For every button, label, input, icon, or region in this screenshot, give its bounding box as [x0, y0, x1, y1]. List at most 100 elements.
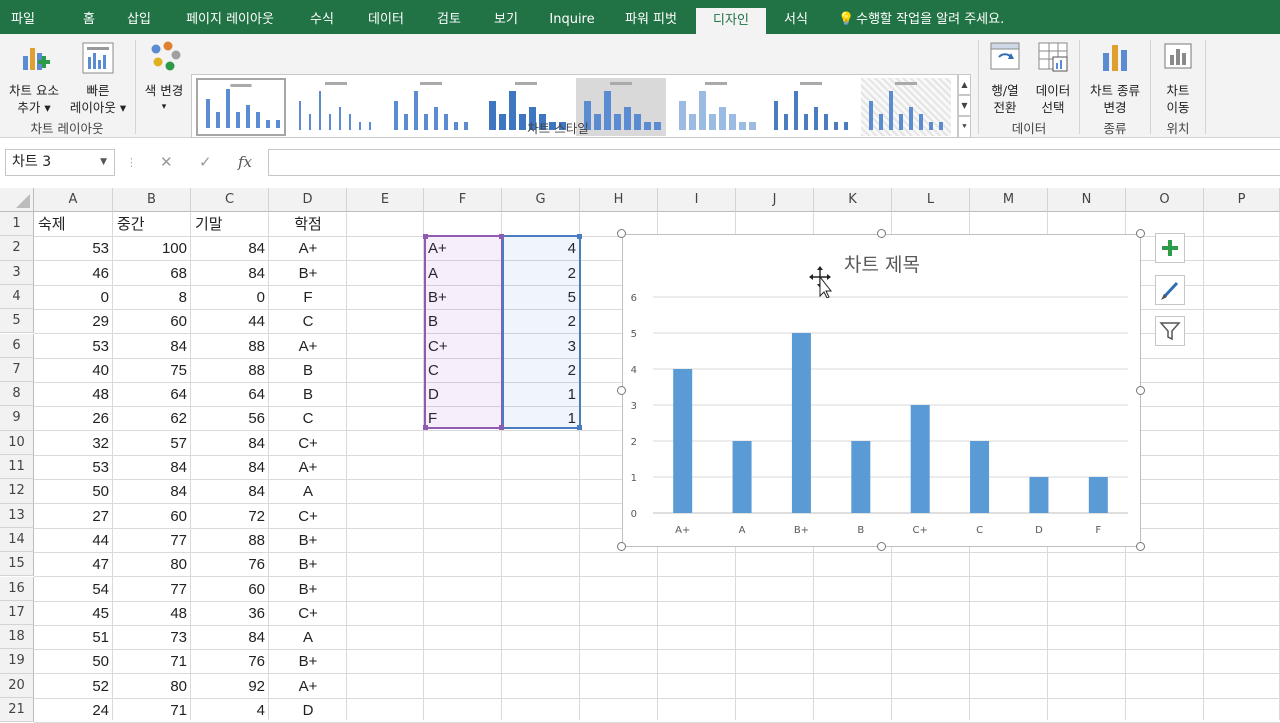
- data-cell[interactable]: 62: [113, 406, 191, 430]
- data-cell[interactable]: 26: [34, 406, 113, 430]
- tab-2[interactable]: 삽입: [114, 0, 164, 34]
- tab-6[interactable]: 검토: [427, 0, 471, 34]
- data-cell[interactable]: 84: [191, 261, 269, 285]
- chart-resize-handle[interactable]: [617, 542, 626, 551]
- data-cell[interactable]: 47: [34, 552, 113, 576]
- data-cell[interactable]: 54: [34, 577, 113, 601]
- data-cell[interactable]: 44: [34, 528, 113, 552]
- row-header-10[interactable]: 10: [0, 430, 34, 455]
- row-header-2[interactable]: 2: [0, 236, 34, 261]
- chart-elements-button[interactable]: [1155, 233, 1185, 263]
- header-cell[interactable]: 숙제: [34, 212, 113, 236]
- data-cell[interactable]: 8: [113, 285, 191, 309]
- column-header-K[interactable]: K: [814, 188, 892, 212]
- column-header-H[interactable]: H: [580, 188, 658, 212]
- data-cell[interactable]: C: [269, 309, 347, 333]
- data-cell[interactable]: B+: [269, 649, 347, 673]
- range-resize-handle[interactable]: [499, 234, 504, 239]
- change-colors-button[interactable]: 색 변경 ▾: [140, 38, 188, 116]
- column-header-L[interactable]: L: [892, 188, 970, 212]
- bar-A+[interactable]: [673, 369, 693, 513]
- insert-function-button[interactable]: fx: [238, 149, 252, 176]
- data-cell[interactable]: 76: [191, 552, 269, 576]
- tab-9[interactable]: 파워 피벗: [614, 0, 688, 34]
- tab-11[interactable]: 서식: [773, 0, 819, 34]
- bar-D[interactable]: [1029, 477, 1049, 513]
- row-header-9[interactable]: 9: [0, 406, 34, 431]
- data-cell[interactable]: 88: [191, 528, 269, 552]
- data-cell[interactable]: 51: [34, 625, 113, 649]
- data-cell[interactable]: 68: [113, 261, 191, 285]
- chart-resize-handle[interactable]: [1136, 385, 1145, 395]
- data-cell[interactable]: B: [269, 358, 347, 382]
- row-header-12[interactable]: 12: [0, 479, 34, 504]
- data-cell[interactable]: 80: [113, 552, 191, 576]
- column-header-P[interactable]: P: [1204, 188, 1280, 212]
- data-cell[interactable]: 60: [113, 309, 191, 333]
- data-cell[interactable]: 77: [113, 577, 191, 601]
- range-resize-handle[interactable]: [423, 425, 428, 430]
- data-cell[interactable]: F: [269, 285, 347, 309]
- row-header-19[interactable]: 19: [0, 649, 34, 674]
- chart-area[interactable]: 차트 제목 0 1 2 3 4 5 6 A+ A B+ B C+ C D F: [622, 234, 1141, 547]
- data-cell[interactable]: A: [269, 479, 347, 503]
- gallery-scroll-up-button[interactable]: ▲: [958, 74, 971, 95]
- tab-0[interactable]: 파일: [4, 0, 42, 34]
- tell-me-box[interactable]: 💡 수행할 작업을 알려 주세요.: [838, 0, 1004, 34]
- data-cell[interactable]: 84: [191, 625, 269, 649]
- data-cell[interactable]: 84: [191, 236, 269, 260]
- data-cell[interactable]: C+: [269, 431, 347, 455]
- data-cell[interactable]: 80: [113, 674, 191, 698]
- row-header-16[interactable]: 16: [0, 576, 34, 601]
- bar-C+[interactable]: [910, 405, 930, 513]
- move-chart-button[interactable]: 차트 이동: [1154, 38, 1202, 116]
- row-header-5[interactable]: 5: [0, 309, 34, 334]
- data-cell[interactable]: 40: [34, 358, 113, 382]
- data-cell[interactable]: 88: [191, 358, 269, 382]
- data-cell[interactable]: 84: [113, 334, 191, 358]
- column-header-C[interactable]: C: [191, 188, 269, 212]
- data-cell[interactable]: 100: [113, 236, 191, 260]
- data-cell[interactable]: 64: [191, 382, 269, 406]
- row-header-4[interactable]: 4: [0, 284, 34, 310]
- data-cell[interactable]: 36: [191, 601, 269, 625]
- data-cell[interactable]: 48: [113, 601, 191, 625]
- data-cell[interactable]: 60: [113, 504, 191, 528]
- chart-resize-handle[interactable]: [1136, 542, 1145, 551]
- change-chart-type-button[interactable]: 차트 종류 변경: [1083, 38, 1147, 116]
- data-cell[interactable]: 0: [191, 285, 269, 309]
- tab-5[interactable]: 데이터: [358, 0, 414, 34]
- select-data-button[interactable]: 데이터 선택: [1030, 38, 1076, 116]
- row-header-7[interactable]: 7: [0, 357, 34, 383]
- data-cell[interactable]: 77: [113, 528, 191, 552]
- chart-title[interactable]: 차트 제목: [844, 254, 920, 276]
- data-cell[interactable]: C+: [269, 504, 347, 528]
- data-cell[interactable]: 72: [191, 504, 269, 528]
- header-cell[interactable]: 학점: [269, 212, 347, 236]
- data-cell[interactable]: 27: [34, 504, 113, 528]
- column-header-B[interactable]: B: [113, 188, 191, 212]
- tab-3[interactable]: 페이지 레이아웃: [172, 0, 288, 34]
- tab-7[interactable]: 보기: [483, 0, 529, 34]
- chart-filters-button[interactable]: [1155, 316, 1185, 346]
- data-cell[interactable]: 60: [191, 577, 269, 601]
- switch-row-column-button[interactable]: 행/열 전환: [982, 38, 1028, 116]
- gallery-scroll-down-button[interactable]: ▼: [958, 95, 971, 116]
- tab-1[interactable]: 홈: [70, 0, 108, 34]
- row-header-13[interactable]: 13: [0, 503, 34, 528]
- data-cell[interactable]: A: [269, 625, 347, 649]
- column-header-D[interactable]: D: [269, 188, 347, 212]
- data-cell[interactable]: 73: [113, 625, 191, 649]
- data-cell[interactable]: D: [269, 698, 347, 722]
- chart-resize-handle[interactable]: [876, 229, 886, 238]
- data-cell[interactable]: 76: [191, 649, 269, 673]
- row-header-6[interactable]: 6: [0, 333, 34, 358]
- data-cell[interactable]: 75: [113, 358, 191, 382]
- column-header-N[interactable]: N: [1048, 188, 1126, 212]
- quick-layout-button[interactable]: 빠른 레이아웃 ▾: [66, 38, 130, 116]
- chart-resize-handle[interactable]: [617, 229, 626, 238]
- selected-range-values[interactable]: [502, 235, 581, 429]
- data-cell[interactable]: 88: [191, 334, 269, 358]
- row-header-15[interactable]: 15: [0, 552, 34, 577]
- tab-4[interactable]: 수식: [300, 0, 344, 34]
